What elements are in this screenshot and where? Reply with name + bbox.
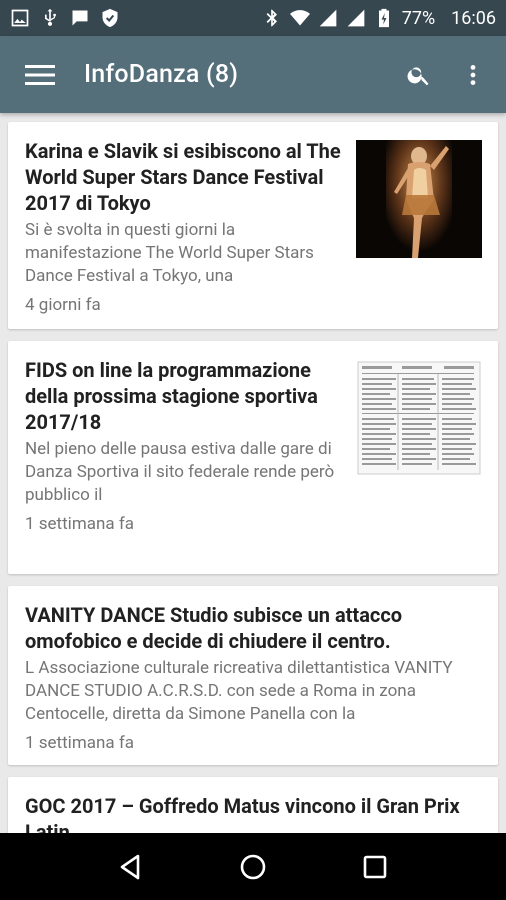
signal-icon-2 xyxy=(346,8,366,28)
article-title: Karina e Slavik si esibiscono al The Wor… xyxy=(25,139,341,215)
message-icon xyxy=(70,8,90,28)
article-list[interactable]: Karina e Slavik si esibiscono al The Wor… xyxy=(0,113,506,833)
article-card[interactable]: VANITY DANCE Studio subisce un attacco o… xyxy=(8,586,498,765)
hamburger-icon xyxy=(25,64,55,85)
home-button[interactable] xyxy=(229,843,277,891)
battery-percentage: 77% xyxy=(401,7,436,29)
article-time: 1 settimana fa xyxy=(25,733,134,753)
app-bar: InfoDanza (8) xyxy=(0,36,506,113)
article-thumbnail xyxy=(356,140,482,317)
article-summary: Nel pieno delle pausa estiva dalle gare … xyxy=(25,439,335,505)
article-time: 4 giorni fa xyxy=(25,295,101,315)
article-title: FIDS on line la programmazione della pro… xyxy=(25,358,318,434)
signal-icon xyxy=(318,8,338,28)
search-button[interactable] xyxy=(402,58,436,92)
battery-icon xyxy=(374,8,394,28)
back-button[interactable] xyxy=(107,843,155,891)
more-vertical-icon xyxy=(470,64,476,85)
recents-button[interactable] xyxy=(351,843,399,891)
notification-icons xyxy=(10,8,120,28)
article-card[interactable]: GOC 2017 – Goffredo Matus vincono il Gra… xyxy=(8,777,498,833)
recents-square-icon xyxy=(363,855,387,878)
menu-button[interactable] xyxy=(22,57,58,93)
navigation-bar xyxy=(0,833,506,900)
article-title: VANITY DANCE Studio subisce un attacco o… xyxy=(25,603,403,653)
wifi-icon xyxy=(289,8,310,28)
home-circle-icon xyxy=(240,854,266,879)
system-status: 77% 16:06 xyxy=(262,8,496,29)
article-time: 1 settimana fa xyxy=(25,514,134,534)
article-summary: Si è svolta in questi giorni la manifest… xyxy=(25,220,314,286)
article-summary: L Associazione culturale ricreativa dile… xyxy=(25,658,453,724)
clock: 16:06 xyxy=(451,7,496,29)
shield-icon xyxy=(100,8,120,28)
search-icon xyxy=(407,66,429,85)
article-title: GOC 2017 – Goffredo Matus vincono il Gra… xyxy=(25,794,460,833)
app-title: InfoDanza (8) xyxy=(84,60,239,89)
status-bar: 77% 16:06 xyxy=(0,0,506,36)
image-icon xyxy=(10,8,30,28)
bluetooth-icon xyxy=(262,8,282,28)
article-thumbnail xyxy=(356,360,482,562)
article-card[interactable]: FIDS on line la programmazione della pro… xyxy=(8,341,498,574)
usb-icon xyxy=(40,8,60,28)
back-triangle-icon xyxy=(120,854,140,879)
overflow-menu-button[interactable] xyxy=(456,58,490,92)
article-card[interactable]: Karina e Slavik si esibiscono al The Wor… xyxy=(8,122,498,329)
